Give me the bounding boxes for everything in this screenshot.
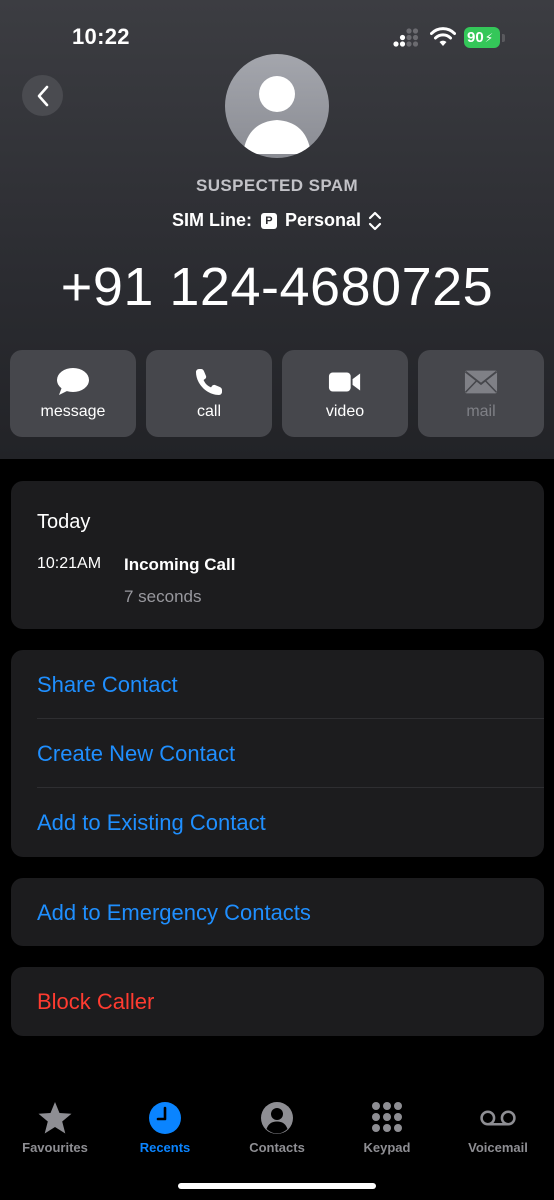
call-type: Incoming Call [124, 555, 236, 574]
charging-bolt-icon: ⚡ [484, 30, 494, 45]
cellular-signal-icon [393, 28, 419, 47]
wifi-icon [430, 27, 456, 46]
battery-cap [502, 34, 505, 42]
sim-line-name: Personal [284, 210, 362, 230]
emergency-card: Add to Emergency Contacts [11, 878, 544, 946]
message-icon [57, 367, 89, 395]
sim-line-selector[interactable]: SIM Line: P Personal [0, 210, 554, 231]
share-contact-button[interactable]: Share Contact [37, 672, 178, 698]
phone-number: +91 124-4680725 [60, 257, 494, 317]
tab-voicemail[interactable]: Voicemail [443, 1090, 553, 1155]
create-new-contact-button[interactable]: Create New Contact [37, 741, 235, 767]
video-button[interactable]: video [282, 350, 408, 437]
call-history-card: Today 10:21AM Incoming Call 7 seconds [11, 481, 544, 629]
voicemail-icon [480, 1110, 516, 1126]
call-label: call [196, 402, 221, 420]
tab-keypad[interactable]: Keypad [332, 1090, 442, 1155]
message-button[interactable]: message [10, 350, 136, 437]
call-button[interactable]: call [146, 350, 272, 437]
mail-icon [464, 370, 498, 393]
call-time: 10:21AM [37, 555, 102, 572]
tab-label: Keypad [363, 1140, 411, 1155]
sim-line-prefix: SIM Line: [171, 210, 252, 230]
block-card: Block Caller [11, 967, 544, 1036]
mail-label: mail [466, 402, 496, 420]
keypad-icon [372, 1102, 402, 1132]
tab-label: Recents [139, 1140, 191, 1155]
video-label: video [325, 402, 365, 420]
contact-avatar [225, 54, 329, 158]
battery-indicator: 90 ⚡ [464, 27, 500, 48]
call-duration: 7 seconds [124, 587, 202, 606]
tab-label: Contacts [249, 1140, 305, 1155]
block-caller-button[interactable]: Block Caller [37, 989, 154, 1015]
mail-button[interactable]: mail [418, 350, 544, 437]
person-circle-icon [261, 1102, 293, 1134]
spam-label: SUSPECTED SPAM [195, 176, 359, 195]
divider [37, 787, 544, 788]
back-button[interactable] [22, 75, 63, 116]
tab-label: Voicemail [468, 1140, 528, 1155]
tab-contacts[interactable]: Contacts [222, 1090, 332, 1155]
phone-icon [196, 368, 222, 395]
chevron-left-icon [37, 85, 48, 106]
call-history-day: Today [37, 511, 91, 533]
sim-badge: P [260, 212, 277, 229]
star-icon [38, 1102, 72, 1134]
chevron-up-down-icon [368, 211, 382, 230]
quick-actions: message call video mail [10, 350, 544, 437]
add-to-existing-contact-button[interactable]: Add to Existing Contact [37, 810, 266, 836]
contact-header: 10:22 90 ⚡ SUSPECTED SPAM SIM Line: P Pe… [0, 0, 554, 459]
clock-icon [149, 1102, 181, 1134]
video-icon [328, 372, 361, 391]
divider [37, 718, 544, 719]
tab-label: Favourites [22, 1140, 88, 1155]
home-indicator [178, 1183, 376, 1189]
battery-level: 90 [467, 29, 484, 46]
tab-favourites[interactable]: Favourites [0, 1090, 110, 1155]
add-to-emergency-contacts-button[interactable]: Add to Emergency Contacts [37, 900, 311, 926]
contact-options-card: Share Contact Create New Contact Add to … [11, 650, 544, 857]
message-label: message [40, 402, 106, 420]
status-time: 10:22 [72, 24, 130, 49]
person-placeholder-icon [243, 76, 311, 154]
tab-recents[interactable]: Recents [110, 1090, 220, 1155]
